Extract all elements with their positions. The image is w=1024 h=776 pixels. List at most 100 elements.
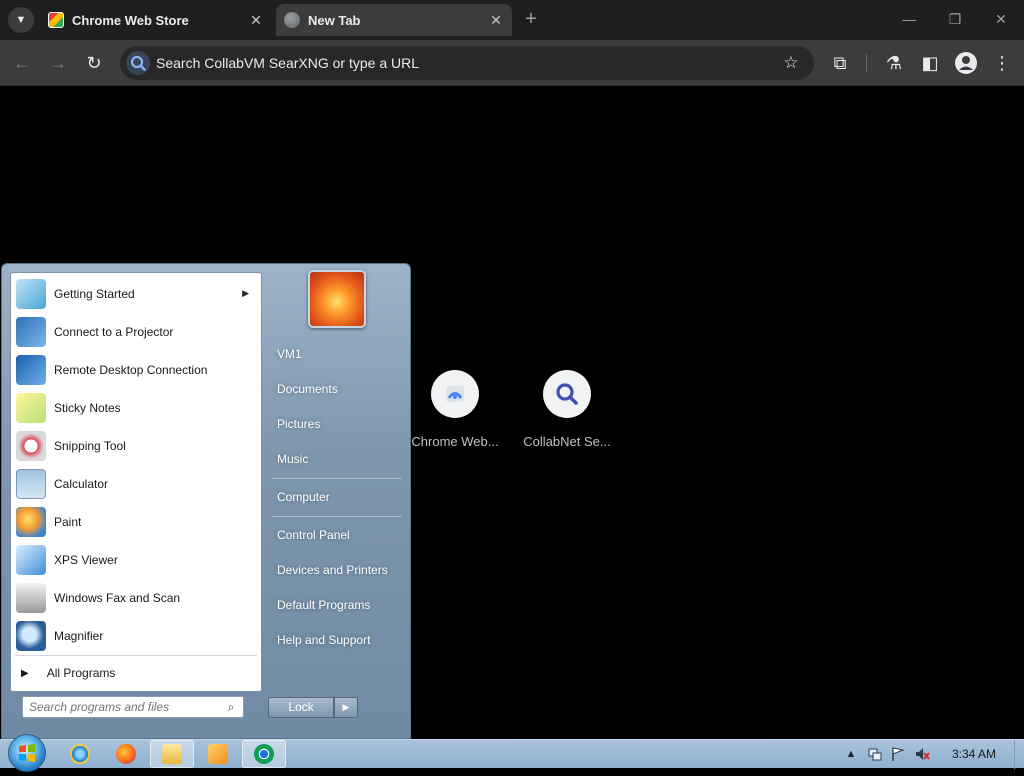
link-documents[interactable]: Documents	[268, 375, 404, 403]
media-player-icon	[208, 744, 228, 764]
volume-muted-icon[interactable]	[914, 746, 930, 762]
program-label: Paint	[54, 515, 82, 529]
start-menu-programs-pane: Getting Started ▶ Connect to a Projector…	[10, 272, 262, 692]
show-hidden-icons-arrow[interactable]: ▲	[843, 746, 859, 762]
link-vm1[interactable]: VM1	[268, 340, 404, 368]
program-calculator[interactable]: Calculator	[11, 465, 261, 503]
link-help-support[interactable]: Help and Support	[268, 626, 404, 654]
link-default-programs[interactable]: Default Programs	[268, 591, 404, 619]
lock-button[interactable]: Lock	[268, 697, 334, 718]
snipping-tool-icon	[16, 431, 46, 461]
minimize-button[interactable]: —	[894, 8, 924, 30]
system-clock[interactable]: 3:34 AM	[944, 747, 1004, 761]
program-xps-viewer[interactable]: XPS Viewer	[11, 541, 261, 579]
tab-title: Chrome Web Store	[72, 12, 189, 28]
link-control-panel[interactable]: Control Panel	[268, 521, 404, 549]
program-remote-desktop[interactable]: Remote Desktop Connection	[11, 351, 261, 389]
search-icon	[543, 370, 591, 418]
all-programs-label: All Programs	[46, 666, 116, 680]
taskbar-windows-explorer[interactable]	[150, 740, 194, 768]
close-window-button[interactable]: ✕	[986, 8, 1016, 30]
tab-chrome-web-store[interactable]: Chrome Web Store ✕	[40, 4, 272, 36]
sticky-notes-icon	[16, 393, 46, 423]
chrome-web-store-icon	[431, 370, 479, 418]
close-tab-icon[interactable]: ✕	[488, 12, 504, 28]
extensions-icon[interactable]: ⧉	[828, 51, 852, 75]
link-music[interactable]: Music	[268, 445, 404, 473]
search-icon[interactable]: ⌕	[223, 699, 239, 715]
menu-kebab-icon[interactable]: ⋮	[990, 51, 1014, 75]
browser-toolbar: ← → ↻ Search CollabVM SearXNG or type a …	[0, 40, 1024, 86]
labs-icon[interactable]: ⚗	[882, 51, 906, 75]
start-orb-windows-icon[interactable]	[8, 734, 46, 772]
globe-icon	[284, 12, 300, 28]
program-connect-to-projector[interactable]: Connect to a Projector	[11, 313, 261, 351]
program-snipping-tool[interactable]: Snipping Tool	[11, 427, 261, 465]
xps-viewer-icon	[16, 545, 46, 575]
shortcut-chrome-web-store[interactable]: Chrome Web...	[405, 368, 505, 458]
taskbar-firefox[interactable]	[104, 740, 148, 768]
program-getting-started[interactable]: Getting Started ▶	[11, 275, 261, 313]
projector-icon	[16, 317, 46, 347]
forward-button[interactable]: →	[46, 51, 70, 75]
address-bar[interactable]: Search CollabVM SearXNG or type a URL ☆	[120, 46, 814, 80]
shutdown-options-arrow-icon[interactable]: ▶	[334, 697, 358, 718]
getting-started-icon	[16, 279, 46, 309]
program-label: Snipping Tool	[54, 439, 126, 453]
calculator-icon	[16, 469, 46, 499]
program-paint[interactable]: Paint	[11, 503, 261, 541]
show-desktop-button[interactable]	[1014, 740, 1024, 769]
back-button[interactable]: ←	[10, 51, 34, 75]
program-magnifier[interactable]: Magnifier	[11, 617, 261, 655]
chevron-down-icon: ▼	[15, 14, 27, 26]
program-label: Windows Fax and Scan	[54, 591, 181, 605]
submenu-arrow-icon: ▶	[242, 288, 249, 298]
program-sticky-notes[interactable]: Sticky Notes	[11, 389, 261, 427]
link-devices-printers[interactable]: Devices and Printers	[268, 556, 404, 584]
taskbar-chrome[interactable]	[242, 740, 286, 768]
search-icon	[126, 51, 150, 75]
firefox-icon	[116, 744, 136, 764]
tab-title: New Tab	[308, 12, 361, 28]
tab-strip: ▼ Chrome Web Store ✕ New Tab ✕ + — ❐ ✕	[0, 0, 1024, 40]
user-picture-flower[interactable]	[308, 270, 366, 328]
paint-icon	[16, 507, 46, 537]
divider	[272, 516, 402, 517]
divider	[15, 655, 257, 656]
folder-icon	[162, 744, 182, 764]
program-label: Remote Desktop Connection	[54, 363, 208, 377]
tab-search-button[interactable]: ▼	[8, 7, 34, 33]
start-search-box[interactable]: ⌕	[22, 696, 244, 718]
program-label: Getting Started	[54, 287, 135, 301]
link-pictures[interactable]: Pictures	[268, 410, 404, 438]
program-label: Sticky Notes	[54, 401, 121, 415]
shortcut-label: Chrome Web...	[411, 434, 499, 449]
taskbar-internet-explorer[interactable]	[58, 740, 102, 768]
chrome-icon	[254, 744, 274, 764]
link-computer[interactable]: Computer	[268, 483, 404, 511]
start-search-input[interactable]	[29, 699, 219, 715]
action-center-flag-icon[interactable]	[890, 746, 906, 762]
close-tab-icon[interactable]: ✕	[248, 12, 264, 28]
all-programs-button[interactable]: ▶ All Programs	[11, 659, 261, 687]
restore-button[interactable]: ❐	[940, 8, 970, 30]
remote-desktop-icon	[16, 355, 46, 385]
fax-scan-icon	[16, 583, 46, 613]
tab-new-tab[interactable]: New Tab ✕	[276, 4, 512, 36]
side-panel-icon[interactable]: ◧	[918, 51, 942, 75]
taskbar-media-player[interactable]	[196, 740, 240, 768]
taskbar: ▲ 3:34 AM	[0, 734, 1024, 772]
bookmark-star-icon[interactable]: ☆	[780, 52, 802, 74]
new-tab-button[interactable]: +	[520, 8, 542, 30]
program-label: Connect to a Projector	[54, 325, 174, 339]
divider	[272, 478, 402, 479]
network-icon[interactable]	[867, 746, 883, 762]
profile-avatar[interactable]	[955, 52, 977, 74]
shortcut-collabnet-search[interactable]: CollabNet Se...	[517, 368, 617, 458]
shortcut-label: CollabNet Se...	[523, 434, 611, 449]
start-menu: Getting Started ▶ Connect to a Projector…	[1, 263, 411, 739]
address-bar-text: Search CollabVM SearXNG or type a URL	[156, 55, 419, 71]
magnifier-icon	[16, 621, 46, 651]
program-fax-and-scan[interactable]: Windows Fax and Scan	[11, 579, 261, 617]
reload-button[interactable]: ↻	[82, 51, 106, 75]
